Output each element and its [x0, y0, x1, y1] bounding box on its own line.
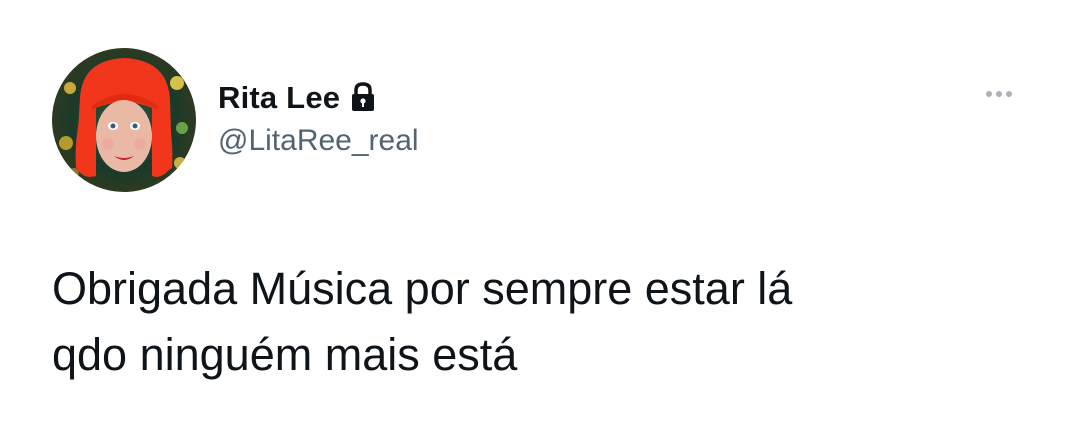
- user-handle[interactable]: @LitaRee_real: [218, 126, 419, 156]
- more-options-icon[interactable]: [986, 86, 1028, 102]
- tweet-text-line: qdo ninguém mais está: [52, 329, 518, 380]
- more-dot: [986, 91, 992, 97]
- avatar[interactable]: [52, 48, 196, 192]
- lock-icon: [348, 81, 378, 113]
- more-dot: [996, 91, 1002, 97]
- more-dot: [1006, 91, 1012, 97]
- tweet-card: Rita Lee @LitaRee_real Obrigada Música p…: [0, 0, 1083, 437]
- tweet-text: Obrigada Música por sempre estar lá qdo …: [52, 256, 1052, 388]
- author-name-row[interactable]: Rita Lee: [218, 76, 378, 118]
- display-name[interactable]: Rita Lee: [218, 82, 340, 113]
- avatar-image: [52, 48, 196, 192]
- tweet-text-line: Obrigada Música por sempre estar lá: [52, 263, 793, 314]
